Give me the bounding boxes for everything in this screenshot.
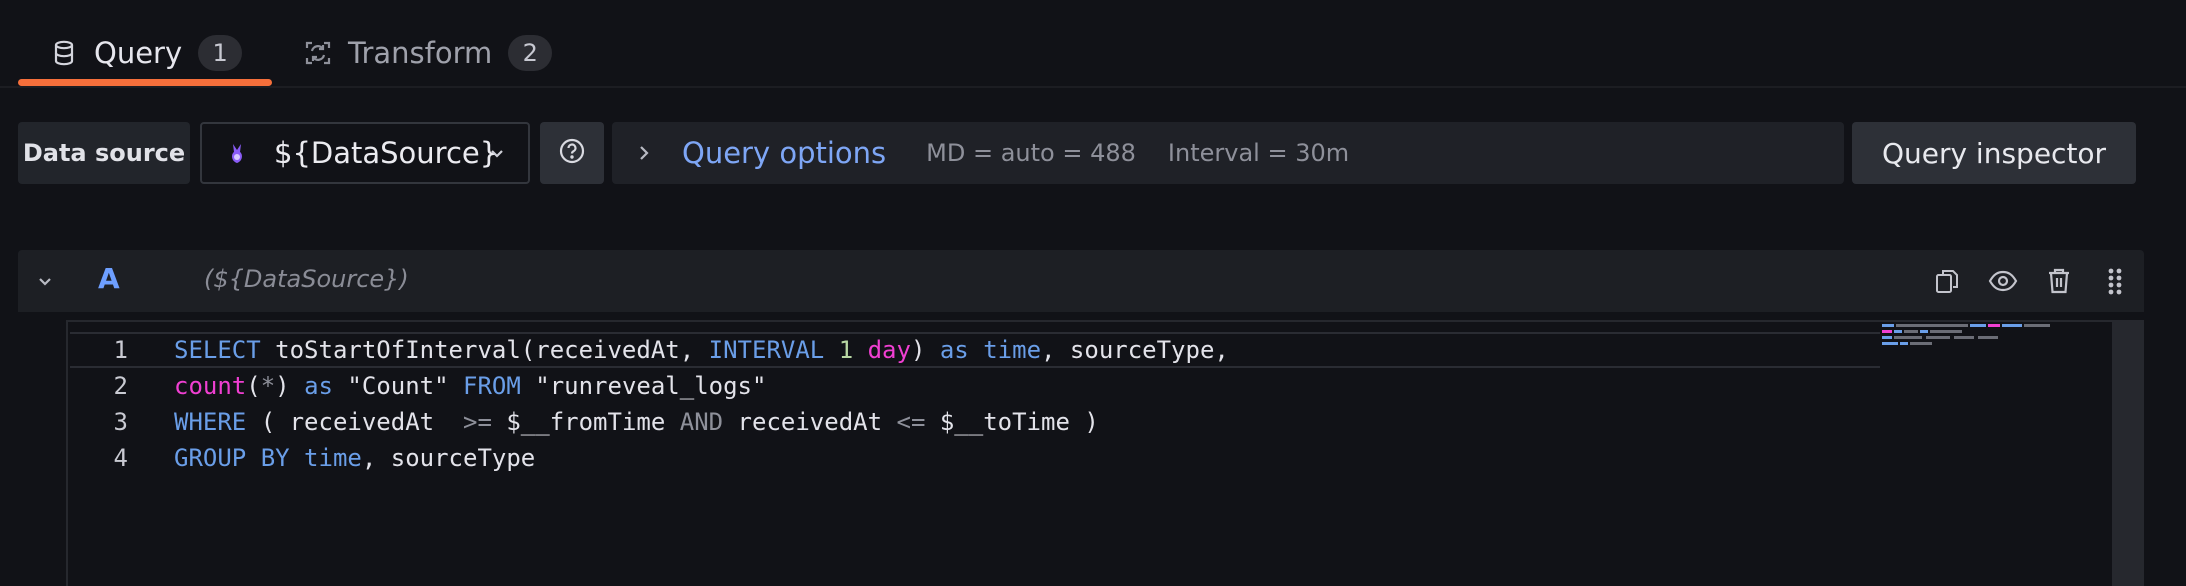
code-token: as (304, 372, 333, 400)
question-circle-icon (558, 137, 586, 169)
code-token: >= (463, 408, 492, 436)
query-options-toggle[interactable]: Query options MD = auto = 488 Interval =… (612, 122, 1844, 184)
datasource-label: Data source (18, 122, 190, 184)
max-data-points-info: MD = auto = 488 (926, 139, 1136, 167)
tab-query-count-badge: 1 (198, 35, 243, 71)
query-ref-id[interactable]: A (98, 262, 120, 295)
code-token: receivedAt (723, 408, 897, 436)
code-token: <= (896, 408, 926, 436)
code-text: SELECT toStartOfInterval(receivedAt, INT… (174, 332, 1229, 368)
code-token: ) (910, 336, 940, 364)
datasource-logo-icon (224, 140, 250, 166)
eye-icon[interactable] (1986, 264, 2020, 298)
chevron-down-icon (488, 144, 506, 162)
code-token: day (867, 336, 911, 364)
datasource-value: ${DataSource} (274, 136, 499, 170)
tab-transform-label: Transform (348, 36, 493, 70)
code-token: , sourceType (361, 444, 536, 472)
active-tab-indicator (18, 79, 272, 86)
sql-code-editor[interactable]: 1 SELECT toStartOfInterval(receivedAt, IN… (66, 320, 2144, 586)
code-token: time (983, 336, 1042, 364)
line-number: 2 (113, 372, 128, 400)
code-token: as (939, 336, 969, 364)
code-token: "runreveal_logs" (520, 372, 767, 400)
query-row-actions (1908, 264, 2132, 298)
line-number: 3 (113, 408, 128, 436)
code-token: "Count" (332, 372, 464, 400)
trash-icon[interactable] (2042, 264, 2076, 298)
code-token: GROUP BY (174, 444, 290, 472)
query-options-label: Query options (682, 136, 887, 170)
tab-query-label: Query (94, 36, 183, 70)
interval-info: Interval = 30m (1167, 139, 1350, 167)
editor-minimap[interactable] (1880, 322, 2080, 586)
tab-query[interactable]: Query 1 (18, 20, 272, 86)
code-token: time (304, 444, 362, 472)
query-inspector-button[interactable]: Query inspector (1852, 122, 2136, 184)
code-token: toStartOfInterval(receivedAt, (260, 336, 709, 364)
code-token: FROM (463, 372, 521, 400)
code-token: $__toTime ) (925, 408, 1099, 436)
code-token: ) (275, 372, 305, 400)
tabs-divider (0, 86, 2186, 88)
transform-icon (304, 39, 332, 67)
code-token: * (260, 372, 276, 400)
code-token: INTERVAL (708, 336, 825, 364)
code-token: ( (246, 372, 261, 400)
database-icon (50, 39, 78, 67)
code-token: ( receivedAt (246, 408, 463, 436)
line-number: 4 (113, 444, 128, 472)
editor-scrollbar[interactable] (2112, 322, 2142, 586)
duplicate-query-icon[interactable] (1930, 264, 1964, 298)
chevron-right-icon (634, 143, 654, 163)
code-token: SELECT (174, 336, 261, 364)
query-row-header: A (${DataSource}) (18, 250, 2144, 312)
code-text: count(*) as "Count" FROM "runreveal_logs… (174, 368, 766, 404)
datasource-help-button[interactable] (540, 122, 604, 184)
drag-handle-icon[interactable] (2098, 264, 2132, 298)
code-token: $__fromTime (491, 408, 680, 436)
tab-transform[interactable]: Transform 2 (300, 20, 570, 86)
code-text: WHERE ( receivedAt >= $__fromTime AND re… (174, 404, 1099, 440)
code-token: 1 (838, 336, 854, 364)
query-datasource-name: (${DataSource}) (204, 265, 409, 293)
code-text: GROUP BY time, sourceType (174, 440, 535, 476)
code-token: count (174, 372, 247, 400)
query-editor-tabs: Query 1 Transform 2 (0, 0, 2186, 88)
code-token: WHERE (174, 408, 247, 436)
datasource-picker[interactable]: ${DataSource} (200, 122, 530, 184)
collapse-chevron-down-icon[interactable] (34, 270, 56, 292)
tab-transform-count-badge: 2 (508, 35, 553, 71)
line-number: 1 (113, 336, 128, 364)
code-token: AND (679, 408, 724, 436)
code-token: , sourceType, (1041, 336, 1229, 364)
